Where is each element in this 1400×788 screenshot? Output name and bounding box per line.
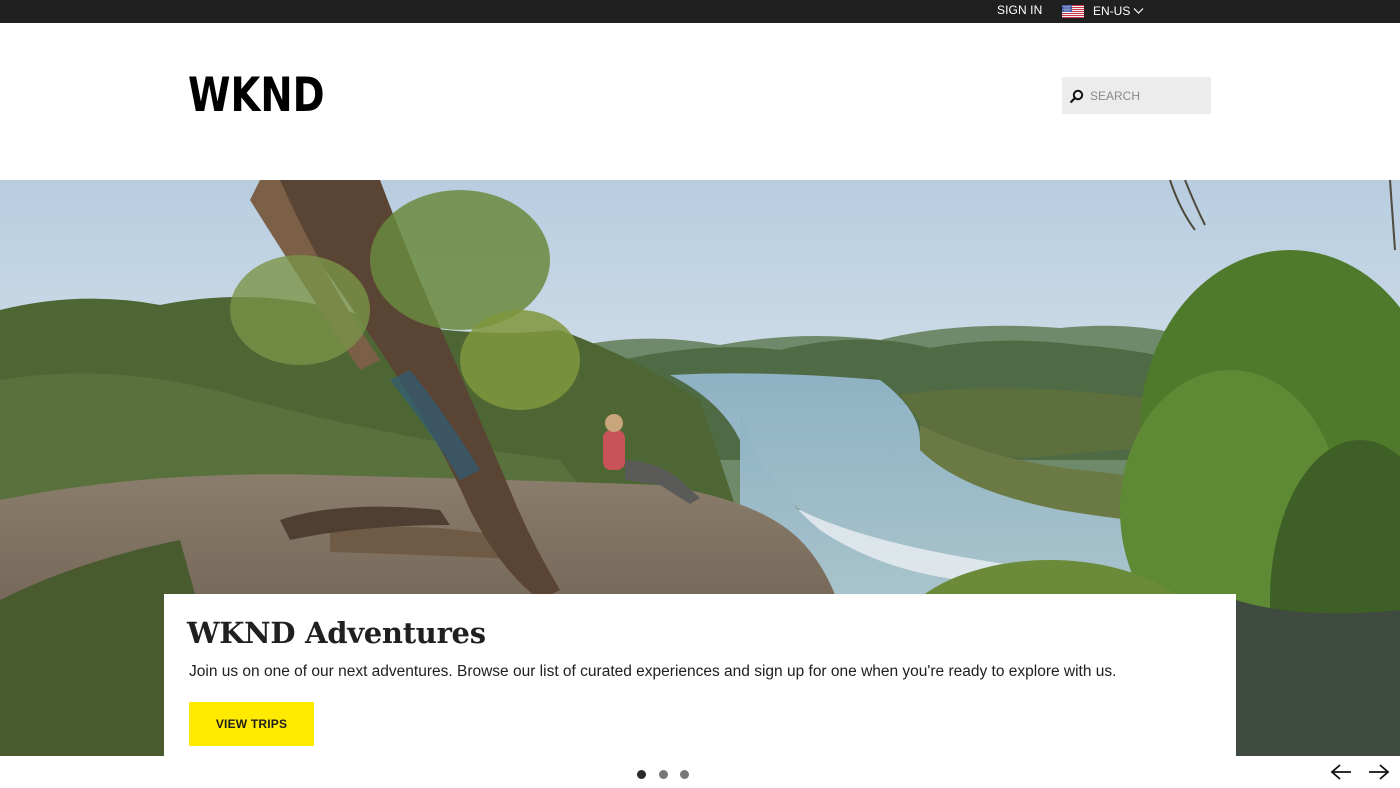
hero-description: Join us on one of our next adventures. B… [189,663,1117,680]
carousel-dot-1[interactable] [637,770,646,779]
arrow-right-icon[interactable] [1368,763,1390,781]
carousel-indicators [637,770,702,779]
search-icon [1070,89,1084,103]
utility-bar: SIGN IN EN-US [0,0,1400,23]
search-box[interactable] [1062,77,1211,114]
chevron-down-icon [1133,8,1144,14]
carousel-dot-3[interactable] [680,770,689,779]
hero-card: WKND Adventures Join us on one of our ne… [164,594,1236,756]
arrow-left-icon[interactable] [1330,763,1352,781]
search-input[interactable] [1090,88,1200,103]
hero-title: WKND Adventures [187,616,486,650]
language-selector[interactable]: EN-US [1062,2,1144,20]
us-flag-icon [1062,4,1084,18]
wknd-logo[interactable]: WKND [188,70,325,122]
sign-in-link[interactable]: SIGN IN [997,2,1042,18]
carousel-dot-2[interactable] [658,770,668,779]
language-label: EN-US [1093,4,1131,18]
view-trips-button[interactable]: VIEW TRIPS [189,702,314,746]
